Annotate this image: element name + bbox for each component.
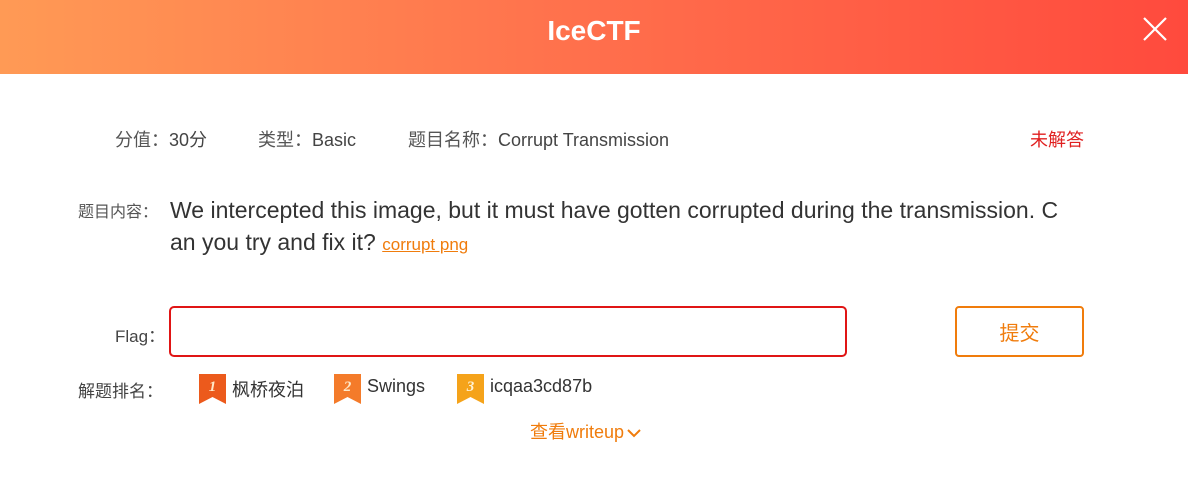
flag-label: Flag： <box>115 327 166 346</box>
close-button[interactable] <box>1140 14 1170 44</box>
attachment-link[interactable]: corrupt png <box>382 235 468 254</box>
rank-3-badge-icon: 3 <box>457 374 484 404</box>
rank-3-name: icqaa3cd87b <box>490 376 593 396</box>
challenge-description: We intercepted this image, but it must h… <box>170 194 1060 261</box>
status-badge: 未解答 <box>1030 130 1084 150</box>
writeup-label: 查看writeup <box>530 422 625 442</box>
submit-button[interactable]: 提交 <box>955 306 1084 357</box>
type-value: Basic <box>312 130 357 150</box>
rank-2-badge-icon: 2 <box>334 374 361 404</box>
description-text: We intercepted this image, but it must h… <box>170 197 1059 255</box>
rank-1-name: 枫桥夜泊 <box>232 380 304 400</box>
svg-text:2: 2 <box>343 379 352 395</box>
flag-input[interactable] <box>169 306 847 357</box>
svg-text:3: 3 <box>466 379 475 395</box>
dialog-header: IceCTF <box>0 0 1188 74</box>
score-label: 分值： <box>115 130 169 150</box>
view-writeup-link[interactable]: 查看writeup <box>530 418 642 444</box>
name-label: 题目名称： <box>408 130 498 150</box>
ranking-label: 解题排名： <box>78 382 163 401</box>
type-info: 类型：Basic <box>258 126 356 152</box>
type-label: 类型： <box>258 130 312 150</box>
dialog-title: IceCTF <box>547 15 641 46</box>
chevron-down-icon <box>627 429 641 438</box>
challenge-name: Corrupt Transmission <box>498 130 670 150</box>
score-info: 分值：30分 <box>115 126 207 152</box>
rank-2-name: Swings <box>367 376 426 396</box>
svg-text:1: 1 <box>209 379 217 395</box>
name-info: 题目名称：Corrupt Transmission <box>408 126 669 152</box>
score-value: 30分 <box>169 130 208 150</box>
rank-1-badge-icon: 1 <box>199 374 226 404</box>
close-icon <box>1143 17 1167 41</box>
content-label: 题目内容： <box>78 204 159 221</box>
